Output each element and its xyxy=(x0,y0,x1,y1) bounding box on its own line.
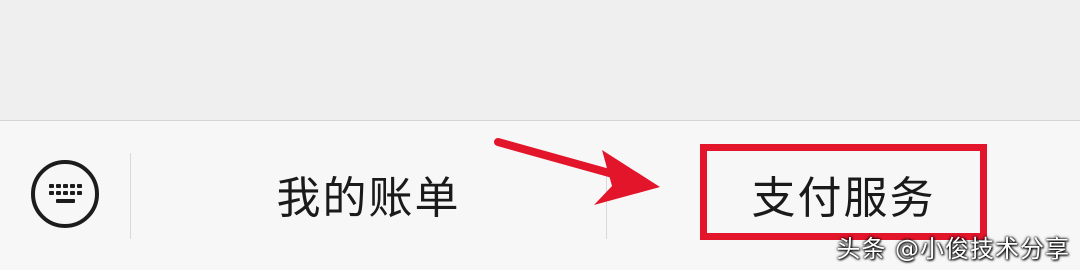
menu-item-label: 我的账单 xyxy=(276,173,461,224)
highlight-annotation-box xyxy=(700,144,987,240)
chat-message-area[interactable] xyxy=(0,0,1080,120)
keyboard-icon xyxy=(31,160,99,228)
watermark-text: 头条 @小俊技术分享 xyxy=(836,235,1070,263)
chat-screen: 我的账单 支付服务 头条 @小俊技术分享 xyxy=(0,0,1080,270)
keyboard-toggle-button[interactable] xyxy=(0,121,130,270)
menu-item-my-bill[interactable]: 我的账单 xyxy=(131,121,606,270)
